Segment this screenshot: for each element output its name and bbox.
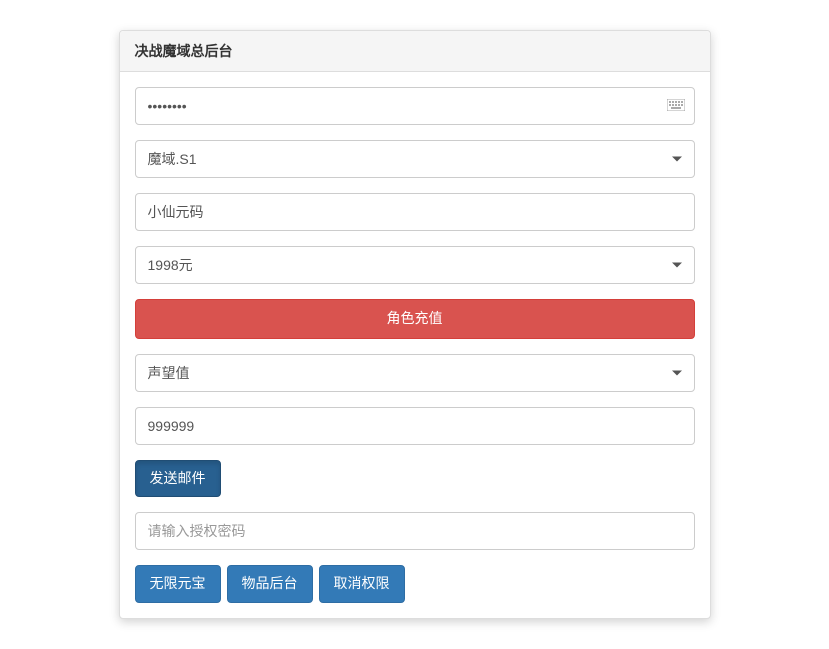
server-group: 魔域.S1 — [135, 140, 695, 178]
amount-select-value: 1998元 — [136, 247, 694, 283]
send-mail-group: 发送邮件 — [135, 460, 695, 498]
auth-password-group — [135, 512, 695, 550]
server-select-value: 魔域.S1 — [136, 141, 694, 177]
caret-down-icon — [672, 263, 682, 268]
recharge-button[interactable]: 角色充值 — [135, 299, 695, 339]
password-input[interactable] — [135, 87, 695, 125]
item-backend-button[interactable]: 物品后台 — [227, 565, 313, 603]
caret-down-icon — [672, 370, 682, 375]
amount-select[interactable]: 1998元 — [135, 246, 695, 284]
unlimited-yuanbao-button[interactable]: 无限元宝 — [135, 565, 221, 603]
attribute-value-group — [135, 407, 695, 445]
recharge-group: 角色充值 — [135, 299, 695, 339]
admin-panel: 决战魔域总后台 — [119, 30, 711, 619]
attribute-value-input[interactable] — [135, 407, 695, 445]
attribute-select-value: 声望值 — [136, 355, 694, 391]
character-group — [135, 193, 695, 231]
panel-title: 决战魔域总后台 — [120, 31, 710, 72]
attribute-select[interactable]: 声望值 — [135, 354, 695, 392]
panel-body: 魔域.S1 1998元 角色充值 声望值 发送邮件 — [120, 72, 710, 618]
amount-group: 1998元 — [135, 246, 695, 284]
character-input[interactable] — [135, 193, 695, 231]
caret-down-icon — [672, 157, 682, 162]
server-select[interactable]: 魔域.S1 — [135, 140, 695, 178]
auth-password-input[interactable] — [135, 512, 695, 550]
attribute-group: 声望值 — [135, 354, 695, 392]
send-mail-button[interactable]: 发送邮件 — [135, 460, 221, 498]
password-group — [135, 87, 695, 125]
cancel-auth-button[interactable]: 取消权限 — [319, 565, 405, 603]
action-buttons-row: 无限元宝 物品后台 取消权限 — [135, 565, 695, 603]
